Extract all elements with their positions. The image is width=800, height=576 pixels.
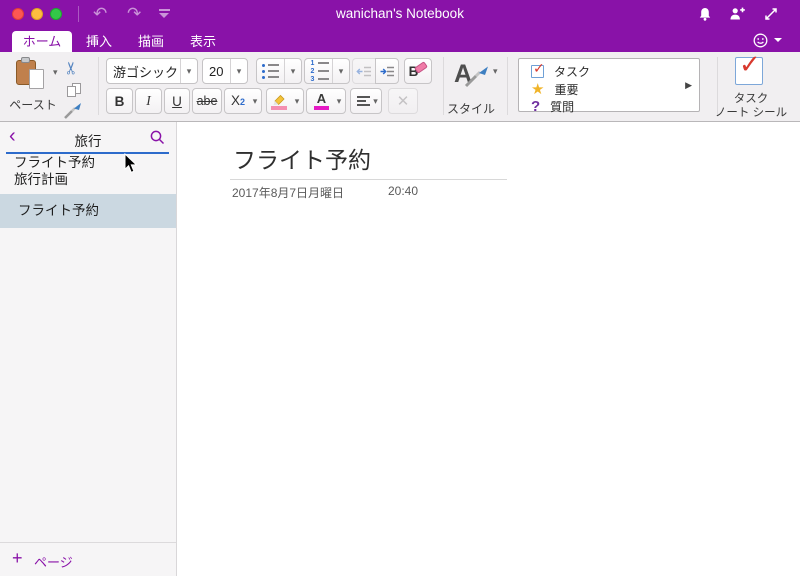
paragraph-align-button[interactable]: ▾	[350, 88, 382, 114]
delete-x-icon: ✕	[396, 93, 410, 110]
increase-indent-button[interactable]	[375, 58, 399, 84]
delete-button[interactable]: ✕	[388, 88, 418, 114]
page-canvas[interactable]: フライト予約 2017年8月7日月曜日 20:40	[177, 122, 800, 576]
copy-icon[interactable]	[67, 83, 83, 98]
italic-button[interactable]: I	[135, 88, 162, 114]
bullet-list-button[interactable]: ▾	[256, 58, 302, 84]
tab-draw[interactable]: 描画	[130, 31, 172, 52]
format-painter-icon[interactable]	[63, 102, 83, 124]
decrease-indent-button[interactable]	[352, 58, 376, 84]
title-underline	[230, 179, 507, 180]
tag-gallery: ✓ タスク ★ 重要 ? 質問 ▶	[518, 58, 700, 115]
sticker-check-icon: ✓	[739, 49, 761, 79]
highlight-dropdown-icon[interactable]: ▾	[291, 89, 303, 113]
align-icon	[357, 96, 370, 106]
paste-label: ペースト	[9, 98, 57, 112]
styles-button[interactable]: A	[452, 60, 492, 94]
bold-button[interactable]: B	[106, 88, 133, 114]
font-color-icon: 1 A	[314, 92, 329, 110]
bullet-list-icon	[262, 63, 279, 79]
font-size-select[interactable]: 20 ▾	[202, 58, 248, 84]
add-page-label: ページ	[34, 555, 73, 570]
strikethrough-button[interactable]: abe	[192, 88, 222, 114]
font-name-value: 游ゴシック	[113, 64, 179, 80]
numbered-list-dropdown-icon[interactable]: ▾	[332, 59, 349, 83]
font-size-value: 20	[209, 63, 224, 79]
page-time: 20:40	[388, 184, 419, 198]
font-name-select[interactable]: 游ゴシック ▾	[106, 58, 198, 84]
important-star-icon: ★	[531, 81, 545, 98]
question-mark-icon: ?	[531, 97, 541, 115]
numbered-list-button[interactable]: 1 2 3 ▾	[304, 58, 350, 84]
style-brush-icon	[464, 66, 488, 88]
onenote-window: ↶ ↷ wanichan's Notebook ホーム 挿入 描画 表示 ▾ ペ…	[0, 0, 800, 576]
plus-icon: +	[12, 548, 23, 568]
mouse-cursor	[124, 152, 139, 179]
feedback-dropdown-icon[interactable]	[774, 38, 782, 42]
tab-home[interactable]: ホーム	[12, 31, 72, 52]
tag-task[interactable]: ✓ タスク	[531, 59, 590, 80]
subscript-dropdown-icon[interactable]: ▾	[249, 89, 261, 113]
notebook-title: wanichan's Notebook	[336, 6, 464, 21]
add-page-bar[interactable]: + ページ	[0, 542, 176, 576]
page-sidebar: ‹ 旅行 フライト予約 旅行計画 フライト予約 + ページ	[0, 122, 177, 576]
highlight-color-button[interactable]: ▾	[266, 88, 304, 114]
paste-dropdown-icon[interactable]: ▾	[53, 67, 58, 78]
page-date: 2017年8月7日月曜日	[232, 186, 345, 200]
font-name-dropdown-icon[interactable]: ▾	[180, 59, 197, 83]
tab-insert[interactable]: 挿入	[78, 31, 120, 52]
numbered-list-icon: 1 2 3	[310, 60, 329, 83]
tag-question[interactable]: ? 質問	[531, 97, 574, 115]
search-icon[interactable]	[149, 129, 166, 151]
font-size-dropdown-icon[interactable]: ▾	[230, 59, 247, 83]
align-dropdown-icon[interactable]: ▾	[370, 89, 381, 113]
ribbon-tab-bar: ホーム 挿入 描画 表示	[0, 28, 800, 52]
font-color-button[interactable]: 1 A ▾	[306, 88, 346, 114]
styles-label: スタイル	[446, 102, 495, 116]
bullet-list-dropdown-icon[interactable]: ▾	[284, 59, 301, 83]
page-title[interactable]: フライト予約	[233, 141, 371, 175]
underline-button[interactable]: U	[164, 88, 190, 114]
highlighter-icon	[271, 93, 287, 110]
tag-important[interactable]: ★ 重要	[531, 80, 578, 98]
font-color-dropdown-icon[interactable]: ▾	[333, 89, 345, 113]
share-add-person-icon[interactable]	[729, 6, 746, 27]
search-result-item[interactable]: 旅行計画	[14, 168, 68, 188]
task-sticker-label: タスク ノート シール	[714, 93, 788, 119]
fullscreen-expand-icon[interactable]	[763, 6, 779, 27]
group-divider	[507, 57, 508, 115]
task-checkbox-icon: ✓	[531, 59, 545, 78]
tab-view[interactable]: 表示	[182, 31, 224, 52]
ribbon-toolbar: ▾ ペースト ✂ 游ゴシック ▾ 20 ▾ ▾ 1 2 3 ▾ B B I U …	[0, 49, 800, 124]
styles-dropdown-icon[interactable]: ▾	[493, 66, 498, 77]
clear-formatting-button[interactable]: B	[404, 58, 432, 84]
page-list-item-selected[interactable]: フライト予約	[0, 194, 176, 228]
group-divider	[98, 57, 99, 115]
increase-indent-icon	[380, 66, 394, 76]
subscript-button[interactable]: X2 ▾	[224, 88, 262, 114]
task-sticker-button[interactable]: ✓	[735, 49, 763, 85]
titlebar: ↶ ↷ wanichan's Notebook	[0, 0, 800, 28]
cut-scissors-icon[interactable]: ✂	[62, 61, 82, 75]
notifications-bell-icon[interactable]	[697, 6, 713, 27]
decrease-indent-icon	[356, 66, 371, 76]
tag-gallery-flyout-icon[interactable]: ▶	[685, 80, 692, 91]
paste-button[interactable]	[16, 57, 46, 89]
